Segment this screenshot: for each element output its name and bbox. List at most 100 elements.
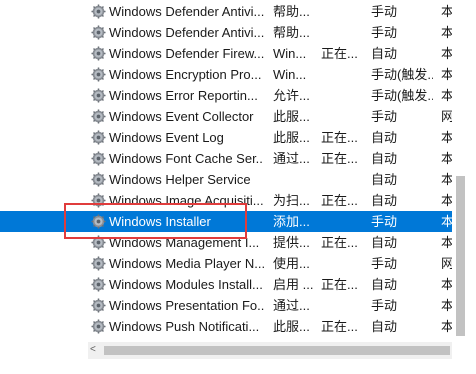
service-status: 正在...: [321, 193, 358, 208]
service-row[interactable]: Windows Modules Install... 启用 ... 正在... 自动 本: [0, 274, 452, 295]
service-logon-as: 本: [441, 88, 452, 103]
service-logon-as: 本: [441, 298, 452, 313]
services-list: Windows Defender Antivi... 帮助... 手动本 Window…: [0, 0, 452, 340]
vertical-scrollbar[interactable]: [452, 0, 470, 340]
service-row[interactable]: Windows Installer 添加... 手动 本: [0, 211, 452, 232]
service-startup-type: 自动: [371, 172, 398, 187]
service-logon-as: 本: [441, 172, 452, 187]
service-row[interactable]: Windows Presentation Fo... 通过... 手动 本: [0, 295, 452, 316]
gear-icon: [89, 274, 107, 295]
service-description: 允许...: [273, 88, 310, 103]
service-name: Windows Helper Service: [109, 172, 251, 187]
service-status: 正在...: [321, 319, 358, 334]
gear-icon: [89, 127, 107, 148]
gear-icon: [89, 295, 107, 316]
service-name: Windows Image Acquisiti...: [109, 193, 264, 208]
service-startup-type: 自动: [371, 130, 398, 145]
service-logon-as: 本: [441, 46, 452, 61]
service-description: 通过...: [273, 298, 310, 313]
service-description: 此服...: [273, 109, 310, 124]
service-row[interactable]: Windows Encryption Pro... Win... 手动(触发... 本: [0, 64, 452, 85]
service-row[interactable]: Windows Event Collector 此服... 手动 网: [0, 106, 452, 127]
scroll-left-arrow[interactable]: <: [90, 344, 100, 356]
service-description: 启用 ...: [273, 277, 313, 292]
service-logon-as: 本: [441, 214, 452, 229]
service-logon-as: 本: [441, 130, 452, 145]
service-startup-type: 自动: [371, 193, 398, 208]
service-row[interactable]: Windows Font Cache Ser... 通过... 正在... 自动 本: [0, 148, 452, 169]
service-description: 添加...: [273, 214, 310, 229]
service-status: [321, 253, 361, 274]
service-status: 正在...: [321, 151, 358, 166]
service-startup-type: 自动: [371, 151, 398, 166]
service-startup-type: 手动: [371, 4, 398, 19]
service-row[interactable]: Windows Defender Firew... Win... 正在... 自动 本: [0, 43, 452, 64]
service-row[interactable]: Windows Media Player N... 使用... 手动 网: [0, 253, 452, 274]
gear-icon: [89, 43, 107, 64]
service-description: Win...: [273, 46, 307, 61]
service-name: Windows Event Log: [109, 130, 224, 145]
service-logon-as: 本: [441, 67, 452, 82]
service-status: [321, 64, 361, 85]
service-name: Windows Defender Firew...: [109, 46, 264, 61]
service-startup-type: 手动(触发...: [371, 88, 433, 103]
service-startup-type: 自动: [371, 235, 398, 250]
service-row[interactable]: Windows Error Reportin... 允许... 手动(触发... 本: [0, 85, 452, 106]
service-name: Windows Error Reportin...: [109, 88, 258, 103]
service-logon-as: 网: [441, 109, 452, 124]
gear-icon: [89, 190, 107, 211]
service-startup-type: 手动(触发...: [371, 67, 433, 82]
service-description: Win...: [273, 67, 307, 82]
gear-icon: [89, 85, 107, 106]
service-status: 正在...: [321, 277, 358, 292]
service-startup-type: 手动: [371, 298, 398, 313]
service-logon-as: 本: [441, 4, 452, 19]
service-description: 提供...: [273, 235, 310, 250]
service-logon-as: 本: [441, 319, 452, 334]
service-status: 正在...: [321, 46, 358, 61]
service-description: 通过...: [273, 151, 310, 166]
service-startup-type: 自动: [371, 319, 398, 334]
service-name: Windows Defender Antivi...: [109, 4, 264, 19]
gear-icon: [89, 211, 107, 232]
gear-icon: [89, 316, 107, 337]
gear-icon: [89, 22, 107, 43]
service-description: 此服...: [273, 130, 310, 145]
service-status: [321, 169, 361, 190]
service-status: [321, 211, 361, 232]
service-status: [321, 22, 361, 43]
service-logon-as: 本: [441, 193, 452, 208]
service-status: 正在...: [321, 130, 358, 145]
service-row[interactable]: Windows Defender Antivi... 帮助... 手动 本: [0, 22, 452, 43]
service-name: Windows Management I...: [109, 235, 260, 250]
service-row[interactable]: Windows Helper Service 自动 本: [0, 169, 452, 190]
service-startup-type: 手动: [371, 256, 398, 271]
horizontal-scrollbar[interactable]: <: [88, 342, 452, 359]
gear-icon: [89, 232, 107, 253]
service-description: [273, 169, 313, 190]
service-row[interactable]: Windows Image Acquisiti... 为扫... 正在... 自动 本: [0, 190, 452, 211]
service-status: [321, 106, 361, 127]
service-logon-as: 本: [441, 235, 452, 250]
service-status: 正在...: [321, 235, 358, 250]
service-startup-type: 手动: [371, 109, 398, 124]
service-name: Windows Installer: [109, 214, 211, 229]
gear-icon: [89, 64, 107, 85]
service-row[interactable]: Windows Event Log 此服... 正在... 自动 本: [0, 127, 452, 148]
service-row[interactable]: Windows Management I... 提供... 正在... 自动 本: [0, 232, 452, 253]
service-startup-type: 手动: [371, 25, 398, 40]
service-status: [321, 85, 361, 106]
service-row[interactable]: Windows Push Notificati... 此服... 正在... 自动 本: [0, 316, 452, 337]
bottom-area: [0, 360, 476, 374]
service-row[interactable]: Windows Defender Antivi... 帮助... 手动 本: [0, 1, 452, 22]
service-logon-as: 本: [441, 277, 452, 292]
gear-icon: [89, 1, 107, 22]
service-description: 帮助...: [273, 4, 310, 19]
vertical-scrollbar-thumb[interactable]: [456, 176, 465, 336]
service-name: Windows Font Cache Ser...: [109, 151, 264, 166]
horizontal-scrollbar-thumb[interactable]: [104, 346, 450, 355]
service-startup-type: 自动: [371, 46, 398, 61]
gear-icon: [89, 169, 107, 190]
service-description: 使用...: [273, 256, 310, 271]
service-status: [321, 1, 361, 22]
